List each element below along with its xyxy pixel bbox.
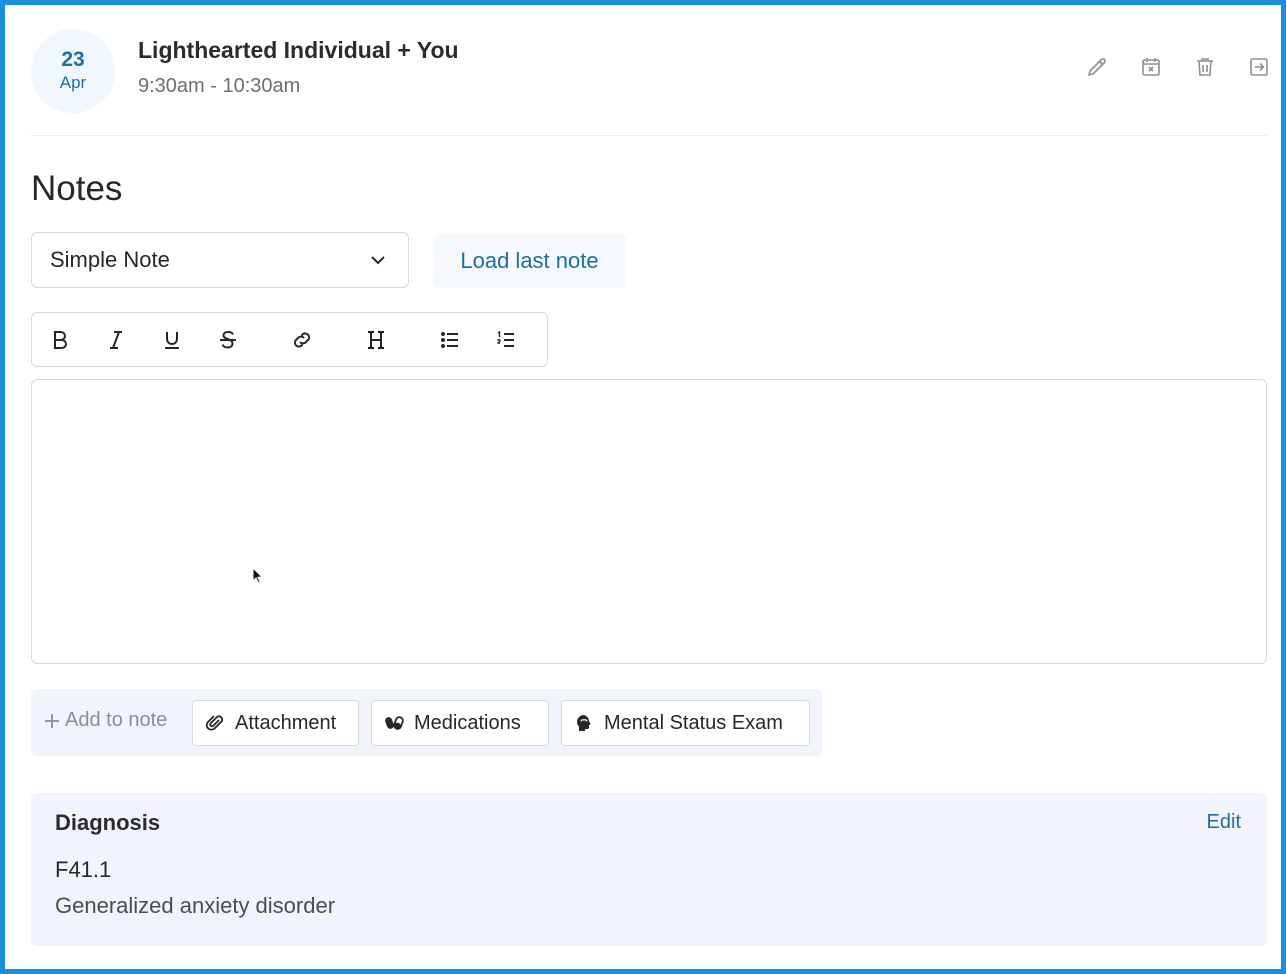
exit-icon xyxy=(1250,58,1268,76)
date-month: Apr xyxy=(59,73,87,92)
diagnosis-edit-link[interactable]: Edit xyxy=(1207,811,1241,834)
medications-button[interactable]: Medications xyxy=(371,700,549,746)
header-actions xyxy=(1085,55,1271,79)
editor-toolbar xyxy=(31,312,548,367)
link-icon xyxy=(293,331,311,348)
date-badge: 23 Apr xyxy=(31,29,115,113)
pills-icon xyxy=(385,716,404,730)
heading-icon xyxy=(368,330,384,349)
heading-button[interactable] xyxy=(364,328,388,352)
date-day: 23 xyxy=(61,48,85,71)
bullet-list-button[interactable] xyxy=(438,328,462,352)
plus-icon xyxy=(45,713,59,728)
cancel-appointment-button[interactable] xyxy=(1139,55,1163,79)
header-divider xyxy=(31,135,1267,136)
note-template-select[interactable]: Simple Note xyxy=(31,232,409,288)
italic-button[interactable] xyxy=(104,328,128,352)
attachment-button[interactable]: Attachment xyxy=(192,700,359,746)
appointment-time: 9:30am - 10:30am xyxy=(138,75,301,97)
delete-appointment-button[interactable] xyxy=(1193,55,1217,79)
mental-status-exam-button[interactable]: Mental Status Exam xyxy=(561,700,810,746)
numbered-list-button[interactable] xyxy=(494,328,518,352)
add-to-note-text: Add to note xyxy=(65,709,168,731)
trash-icon xyxy=(1197,58,1213,76)
attachment-label: Attachment xyxy=(235,711,337,734)
diagnosis-code: F41.1 xyxy=(55,857,112,882)
appointment-header: 23 Apr Lighthearted Individual + You 9:3… xyxy=(31,27,1271,113)
bold-button[interactable] xyxy=(48,328,72,352)
note-template-value: Simple Note xyxy=(50,247,170,272)
strikethrough-icon xyxy=(220,330,236,348)
appointment-panel: 23 Apr Lighthearted Individual + You 9:3… xyxy=(0,0,1286,974)
add-to-note-bar: Add to note Attachment Medications Menta… xyxy=(31,689,822,756)
italic-icon xyxy=(110,330,122,349)
underline-icon xyxy=(165,331,179,349)
add-to-note-label: Add to note xyxy=(43,709,167,732)
pencil-icon xyxy=(1088,58,1106,76)
mouse-cursor-icon xyxy=(252,567,264,584)
paperclip-icon xyxy=(205,715,224,731)
bold-icon xyxy=(54,330,67,349)
chevron-down-icon xyxy=(371,256,385,265)
diagnosis-card: Diagnosis Edit F41.1 Generalized anxiety… xyxy=(31,793,1267,946)
appointment-title: Lighthearted Individual + You xyxy=(138,37,459,63)
edit-appointment-button[interactable] xyxy=(1085,55,1109,79)
mental-status-exam-label: Mental Status Exam xyxy=(604,711,783,734)
load-last-note-button[interactable]: Load last note xyxy=(433,234,626,288)
medications-label: Medications xyxy=(414,711,521,734)
strikethrough-button[interactable] xyxy=(216,328,240,352)
numbered-list-icon xyxy=(496,330,514,347)
underline-button[interactable] xyxy=(160,328,184,352)
exit-button[interactable] xyxy=(1247,55,1271,79)
note-editor[interactable] xyxy=(31,379,1267,664)
notes-title: Notes xyxy=(31,169,123,208)
calendar-x-icon xyxy=(1142,58,1160,76)
diagnosis-description: Generalized anxiety disorder xyxy=(55,893,336,918)
diagnosis-title: Diagnosis xyxy=(55,810,161,835)
link-button[interactable] xyxy=(290,328,314,352)
brain-icon xyxy=(577,715,591,731)
bullet-list-icon xyxy=(441,331,458,348)
